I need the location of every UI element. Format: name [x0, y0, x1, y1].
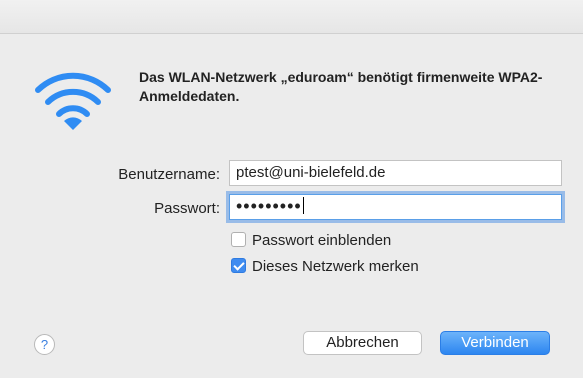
help-button[interactable]: ? — [34, 334, 55, 355]
wifi-login-dialog: Das WLAN-Netzwerk „eduroam“ benötigt fir… — [0, 34, 583, 378]
wifi-icon — [35, 72, 111, 130]
window-titlebar — [0, 0, 583, 34]
remember-network-label: Dieses Netzwerk merken — [252, 258, 419, 275]
username-field[interactable]: ptest@uni-bielefeld.de — [229, 160, 562, 186]
dialog-heading: Das WLAN-Netzwerk „eduroam“ benötigt fir… — [139, 69, 543, 104]
text-caret — [302, 197, 304, 214]
password-label: Passwort: — [154, 200, 220, 217]
show-password-checkbox[interactable] — [231, 232, 246, 247]
connect-button[interactable]: Verbinden — [440, 331, 550, 355]
cancel-button[interactable]: Abbrechen — [303, 331, 422, 355]
username-label: Benutzername: — [118, 166, 220, 183]
remember-network-checkbox[interactable] — [231, 258, 246, 273]
remember-network-option[interactable]: Dieses Netzwerk merken — [231, 258, 419, 275]
password-value: ••••••••• — [236, 196, 302, 216]
password-field[interactable]: ••••••••• — [229, 194, 562, 220]
show-password-option[interactable]: Passwort einblenden — [231, 232, 391, 249]
show-password-label: Passwort einblenden — [252, 232, 392, 249]
